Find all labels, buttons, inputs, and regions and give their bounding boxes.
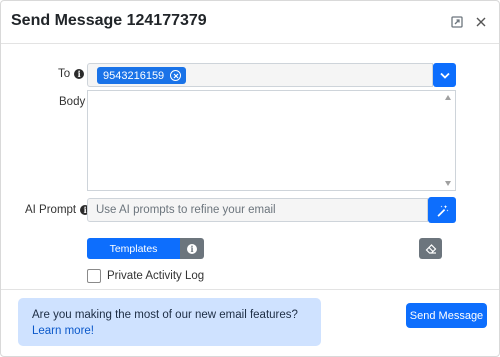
private-activity-log-checkbox[interactable] (87, 269, 101, 283)
templates-button[interactable]: Templates (87, 238, 180, 259)
notice-text: Are you making the most of our new email… (32, 309, 298, 321)
ai-prompt-button[interactable] (428, 197, 456, 223)
recipient-chip-label: 9543216159 (103, 69, 165, 82)
clear-button[interactable] (419, 238, 442, 259)
feature-notice: Are you making the most of our new email… (18, 298, 321, 346)
send-message-dialog: Send Message 124177379 To i 9543216159 B… (0, 0, 500, 357)
templates-info-button[interactable]: i (180, 238, 204, 259)
magic-wand-icon (437, 204, 448, 217)
scroll-up-icon[interactable] (445, 95, 451, 100)
remove-recipient-icon[interactable] (170, 70, 182, 81)
body-scrollbar[interactable] (442, 91, 455, 190)
to-label-group: To i (58, 68, 85, 80)
body-label: Body (59, 96, 86, 108)
body-textarea[interactable] (87, 90, 456, 191)
send-message-button[interactable]: Send Message (406, 303, 487, 328)
recipient-chip: 9543216159 (97, 67, 187, 84)
eraser-icon (425, 244, 436, 254)
private-activity-log-label: Private Activity Log (107, 270, 205, 282)
chevron-down-icon (439, 72, 450, 79)
ai-prompt-label-group: AI Prompt i (25, 204, 91, 216)
learn-more-link[interactable]: Learn more! (32, 325, 94, 337)
ai-prompt-label: AI Prompt (25, 204, 77, 216)
to-dropdown-button[interactable] (433, 63, 456, 87)
info-icon[interactable]: i (74, 69, 85, 79)
to-label: To (58, 68, 71, 80)
ai-prompt-input[interactable] (87, 198, 428, 222)
expand-icon[interactable] (449, 14, 465, 30)
info-icon: i (187, 243, 197, 254)
dialog-header: Send Message 124177379 (1, 1, 499, 44)
footer-divider (1, 289, 499, 290)
close-icon[interactable] (473, 14, 489, 30)
scroll-down-icon[interactable] (445, 181, 451, 186)
dialog-title: Send Message 124177379 (11, 12, 207, 29)
to-recipient-field[interactable]: 9543216159 (87, 63, 433, 87)
